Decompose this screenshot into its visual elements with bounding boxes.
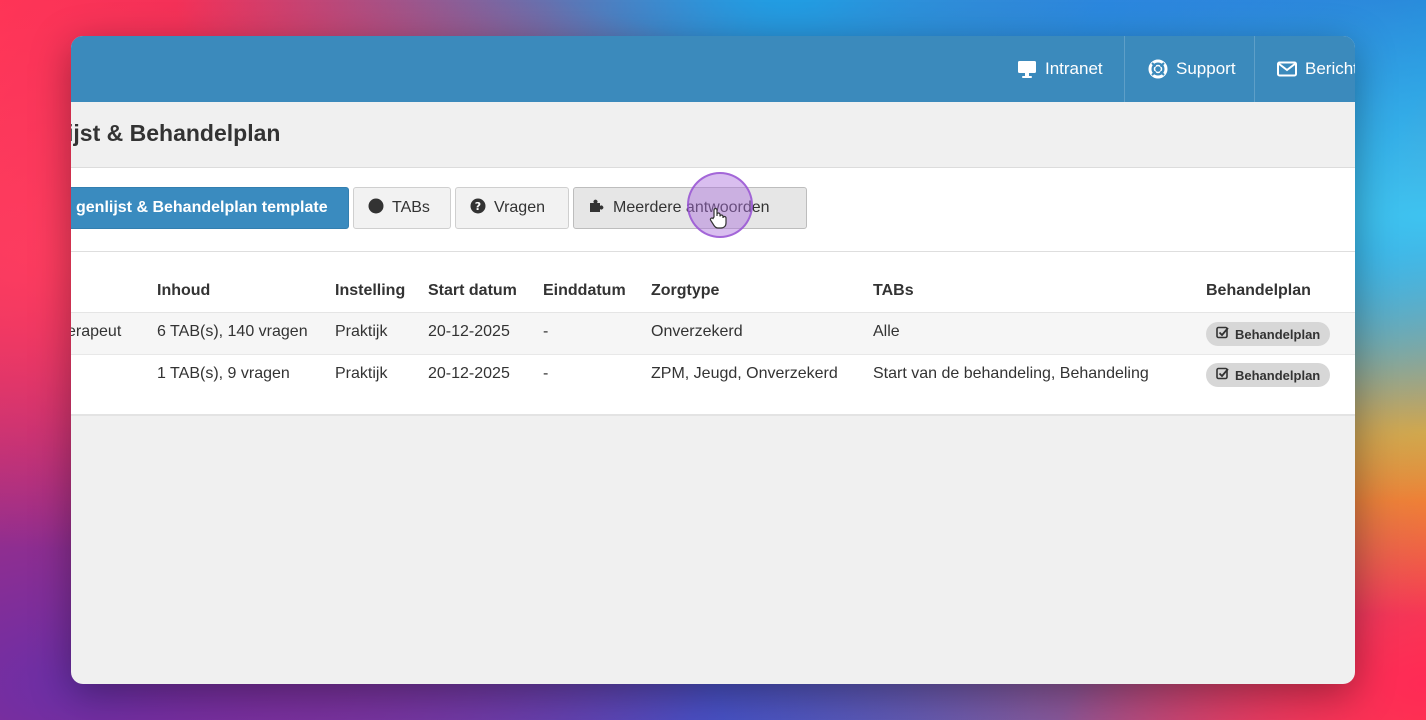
nav-berichten-label: Bericht bbox=[1305, 59, 1355, 78]
cell-inhoud: 6 TAB(s), 140 vragen bbox=[157, 323, 308, 340]
template-button[interactable]: genlijst & Behandelplan template bbox=[71, 187, 349, 229]
behandelplan-badge-label: Behandelplan bbox=[1235, 326, 1321, 342]
nav-divider bbox=[1124, 36, 1125, 102]
nav-support[interactable]: Support bbox=[1148, 36, 1236, 102]
header-einddatum: Einddatum bbox=[543, 282, 626, 299]
vragen-button[interactable]: ? Vragen bbox=[455, 187, 569, 229]
app-window: Intranet Support Bericht ijst & Behandel… bbox=[71, 36, 1355, 684]
behandelplan-badge-label: Behandelplan bbox=[1235, 367, 1321, 383]
header-instelling: Instelling bbox=[335, 282, 406, 299]
template-button-label: genlijst & Behandelplan template bbox=[76, 199, 328, 216]
cell-instelling: Praktijk bbox=[335, 365, 388, 382]
cell-naam: erapeut bbox=[71, 323, 122, 340]
header-behandelplan: Behandelplan bbox=[1206, 282, 1311, 299]
check-square-icon bbox=[1216, 367, 1229, 383]
cell-instelling: Praktijk bbox=[335, 323, 388, 340]
behandelplan-badge-button[interactable]: Behandelplan bbox=[1206, 322, 1331, 346]
envelope-icon bbox=[1277, 61, 1297, 77]
lifebuoy-icon bbox=[1148, 59, 1168, 79]
tabs-button-label: TABs bbox=[392, 199, 430, 216]
cell-tabs: Start van de behandeling, Behandeling bbox=[873, 365, 1149, 382]
header-inhoud: Inhoud bbox=[157, 282, 211, 299]
cell-einddatum: - bbox=[543, 365, 549, 382]
cell-tabs: Alle bbox=[873, 323, 900, 340]
hand-pointer-icon bbox=[709, 207, 727, 233]
monitor-icon bbox=[1017, 60, 1037, 78]
cell-start-datum: 20-12-2025 bbox=[428, 365, 510, 382]
nav-divider bbox=[1254, 36, 1255, 102]
check-square-icon bbox=[1216, 326, 1229, 342]
page-title: ijst & Behandelplan bbox=[71, 120, 281, 146]
vragen-button-label: Vragen bbox=[494, 199, 545, 216]
cell-zorgtype: ZPM, Jeugd, Onverzekerd bbox=[651, 365, 838, 382]
question-circle-icon: ? bbox=[470, 198, 486, 219]
tabs-button[interactable]: TABs bbox=[353, 187, 451, 229]
behandelplan-badge-button[interactable]: Behandelplan bbox=[1206, 363, 1331, 387]
nav-berichten[interactable]: Bericht bbox=[1277, 36, 1355, 102]
cell-zorgtype: Onverzekerd bbox=[651, 323, 743, 340]
svg-text:?: ? bbox=[475, 200, 481, 213]
puzzle-icon bbox=[588, 198, 605, 219]
cell-start-datum: 20-12-2025 bbox=[428, 323, 510, 340]
nav-intranet-label: Intranet bbox=[1045, 59, 1103, 78]
circle-icon bbox=[368, 198, 384, 219]
header-start-datum: Start datum bbox=[428, 282, 517, 299]
header-tabs: TABs bbox=[873, 282, 914, 299]
header-zorgtype: Zorgtype bbox=[651, 282, 720, 299]
nav-intranet[interactable]: Intranet bbox=[1017, 36, 1103, 102]
cell-inhoud: 1 TAB(s), 9 vragen bbox=[157, 365, 290, 382]
cell-einddatum: - bbox=[543, 323, 549, 340]
top-navbar: Intranet Support Bericht bbox=[71, 36, 1355, 102]
nav-support-label: Support bbox=[1176, 59, 1236, 78]
